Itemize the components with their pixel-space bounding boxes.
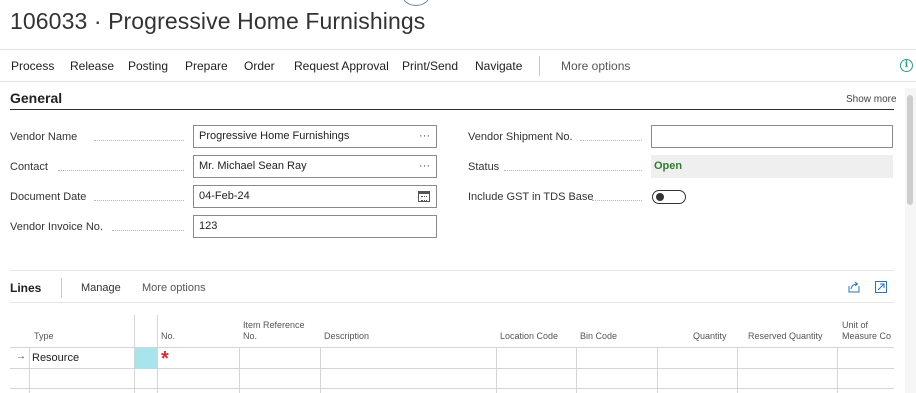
action-order[interactable]: Order bbox=[244, 59, 275, 73]
grid-col-line bbox=[320, 348, 321, 393]
line-type-cell[interactable]: Resource bbox=[30, 348, 134, 369]
lines-separator bbox=[61, 278, 62, 298]
action-release[interactable]: Release bbox=[70, 59, 114, 73]
lines-more-options-button[interactable]: More options bbox=[142, 282, 206, 294]
grid-col-line bbox=[157, 315, 158, 393]
document-date-field[interactable]: 04-Feb-24 bbox=[193, 185, 437, 208]
document-date-value: 04-Feb-24 bbox=[199, 190, 250, 202]
vendor-name-label: Vendor Name bbox=[10, 131, 78, 143]
column-header-location-code[interactable]: Location Code bbox=[500, 331, 558, 342]
action-prepare[interactable]: Prepare bbox=[185, 59, 228, 73]
action-separator bbox=[539, 56, 540, 76]
arrow-right-icon: → bbox=[16, 351, 26, 362]
vendor-name-dots bbox=[94, 140, 184, 141]
column-header-quantity[interactable]: Quantity bbox=[693, 331, 727, 342]
grid-col-line bbox=[837, 348, 838, 393]
action-request-approval[interactable]: Request Approval bbox=[294, 59, 389, 73]
column-header-description[interactable]: Description bbox=[324, 331, 369, 342]
contact-label: Contact bbox=[10, 161, 48, 173]
grid-col-line bbox=[239, 348, 240, 393]
lines-section-title[interactable]: Lines bbox=[10, 281, 41, 295]
lines-bar-divider bbox=[10, 302, 894, 303]
column-header-reserved-quantity[interactable]: Reserved Quantity bbox=[748, 331, 823, 342]
vendor-shipment-no-label: Vendor Shipment No. bbox=[468, 131, 573, 143]
column-header-item-reference-no[interactable]: Item Reference No. bbox=[243, 320, 315, 342]
column-header-type[interactable]: Type bbox=[34, 331, 54, 342]
status-badge: Open bbox=[651, 155, 893, 178]
status-label: Status bbox=[468, 161, 500, 173]
share-icon[interactable] bbox=[848, 281, 860, 293]
vendor-invoice-no-dots bbox=[112, 230, 184, 231]
column-header-no[interactable]: No. bbox=[161, 331, 175, 342]
info-icon[interactable]: i bbox=[900, 59, 913, 72]
action-more-options[interactable]: More options bbox=[561, 59, 630, 73]
contact-field[interactable]: Mr. Michael Sean Ray ··· bbox=[193, 155, 437, 178]
lines-manage-button[interactable]: Manage bbox=[81, 282, 121, 294]
document-date-dots bbox=[94, 200, 184, 201]
grid-row-line bbox=[10, 388, 894, 389]
status-dots bbox=[504, 170, 642, 171]
lines-top-divider bbox=[10, 270, 894, 271]
toggle-knob bbox=[656, 193, 664, 201]
include-gst-toggle[interactable] bbox=[652, 190, 686, 204]
grid-col-line bbox=[496, 348, 497, 393]
expand-icon[interactable] bbox=[875, 281, 887, 293]
vendor-invoice-no-value: 123 bbox=[199, 220, 218, 232]
vendor-invoice-no-label: Vendor Invoice No. bbox=[10, 221, 103, 233]
action-process[interactable]: Process bbox=[11, 59, 54, 73]
include-gst-dots bbox=[592, 200, 642, 201]
general-section-title[interactable]: General bbox=[10, 90, 62, 106]
show-more-link[interactable]: Show more bbox=[846, 94, 897, 105]
action-bar: Process Release Posting Prepare Order Re… bbox=[0, 49, 916, 82]
grid-col-line bbox=[657, 348, 658, 393]
vendor-shipment-no-field[interactable] bbox=[651, 125, 893, 148]
line-selected-cell[interactable] bbox=[135, 348, 157, 369]
action-posting[interactable]: Posting bbox=[128, 59, 168, 73]
vendor-name-lookup-button[interactable]: ··· bbox=[419, 126, 430, 147]
calendar-icon[interactable] bbox=[418, 191, 430, 202]
column-header-bin-code[interactable]: Bin Code bbox=[580, 331, 617, 342]
vendor-name-field[interactable]: Progressive Home Furnishings ··· bbox=[193, 125, 437, 148]
document-date-label: Document Date bbox=[10, 191, 87, 203]
contact-lookup-button[interactable]: ··· bbox=[419, 156, 430, 177]
contact-dots bbox=[58, 170, 184, 171]
vendor-name-value: Progressive Home Furnishings bbox=[199, 130, 350, 142]
page-title: 106033 · Progressive Home Furnishings bbox=[10, 8, 426, 34]
action-navigate[interactable]: Navigate bbox=[475, 59, 522, 73]
action-print-send[interactable]: Print/Send bbox=[402, 59, 458, 73]
scrollbar-thumb[interactable] bbox=[907, 95, 913, 205]
title-circle-icon bbox=[401, 0, 431, 6]
grid-col-line bbox=[737, 348, 738, 393]
include-gst-label: Include GST in TDS Base bbox=[468, 191, 594, 203]
required-asterisk-icon: * bbox=[161, 348, 169, 370]
grid-col-line bbox=[576, 348, 577, 393]
general-divider bbox=[10, 109, 894, 110]
contact-value: Mr. Michael Sean Ray bbox=[199, 160, 307, 172]
vendor-invoice-no-field[interactable]: 123 bbox=[193, 215, 437, 238]
column-header-unit-of-measure-code[interactable]: Unit of Measure Co bbox=[842, 320, 894, 342]
lines-grid: Type No. Item Reference No. Description … bbox=[10, 315, 894, 393]
vendor-shipment-no-dots bbox=[580, 140, 642, 141]
